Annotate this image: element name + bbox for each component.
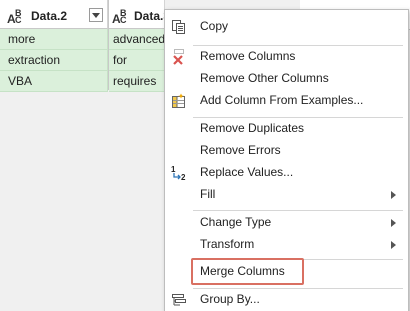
chevron-right-icon [391,219,396,227]
menu-item-fill[interactable]: Fill [165,184,408,206]
menu-item-label: Replace Values... [200,165,294,179]
table-cell[interactable]: VBA [0,71,108,92]
chevron-down-icon [92,13,100,18]
column-header-data-3[interactable]: ABC Data.3 [109,0,170,29]
svg-text:2: 2 [181,173,186,181]
menu-item-group-by[interactable]: Group By... [165,289,408,311]
menu-item-label: Add Column From Examples... [200,93,364,107]
menu-item-remove-other-columns[interactable]: Remove Other Columns [165,68,408,90]
table-cell[interactable]: more [0,29,108,50]
table-cell[interactable]: requires [109,71,165,92]
column-filter-button[interactable] [89,8,103,22]
column-context-menu: Copy Remove Columns Remove Other Columns [164,9,409,311]
menu-item-label: Remove Columns [200,49,296,63]
svg-text:1: 1 [171,165,176,174]
menu-item-remove-errors[interactable]: Remove Errors [165,140,408,162]
group-by-icon [171,292,187,308]
column-header-data-2[interactable]: ABC Data.2 [0,0,108,29]
menu-separator [193,210,403,211]
column-data-3: ABC Data.3 advanced for requires [109,0,170,92]
menu-item-replace-values[interactable]: 1 2 Replace Values... [165,162,408,184]
power-query-window: ABC Data.2 more extraction VBA ABC Data.… [0,0,410,311]
menu-item-label: Remove Other Columns [200,71,329,85]
menu-item-label: Copy [200,19,229,33]
menu-item-remove-columns[interactable]: Remove Columns [165,46,408,68]
column-header-label: Data.2 [31,9,68,23]
menu-item-change-type[interactable]: Change Type [165,212,408,234]
chevron-right-icon [391,191,396,199]
copy-icon [171,19,187,35]
table-cell[interactable]: extraction [0,50,108,71]
abc-text-type-icon[interactable]: ABC [112,8,134,26]
abc-text-type-icon[interactable]: ABC [7,8,29,26]
add-column-examples-icon [171,93,187,109]
menu-item-label: Change Type [200,215,272,229]
table-cell[interactable]: for [109,50,165,71]
menu-item-label: Remove Errors [200,143,281,157]
menu-item-remove-duplicates[interactable]: Remove Duplicates [165,118,408,140]
merge-columns-highlight-box [191,258,304,285]
remove-columns-icon [171,49,187,65]
table-cell[interactable]: advanced [109,29,165,50]
menu-item-label: Transform [200,237,255,251]
column-data-2: ABC Data.2 more extraction VBA [0,0,108,92]
chevron-right-icon [391,241,396,249]
menu-item-copy[interactable]: Copy [165,16,408,38]
menu-item-transform[interactable]: Transform [165,234,408,256]
menu-item-add-column-from-examples[interactable]: Add Column From Examples... [165,90,408,112]
menu-item-label: Remove Duplicates [200,121,305,135]
menu-item-label: Fill [200,187,216,201]
menu-item-label: Group By... [200,292,260,306]
replace-values-icon: 1 2 [171,165,187,182]
